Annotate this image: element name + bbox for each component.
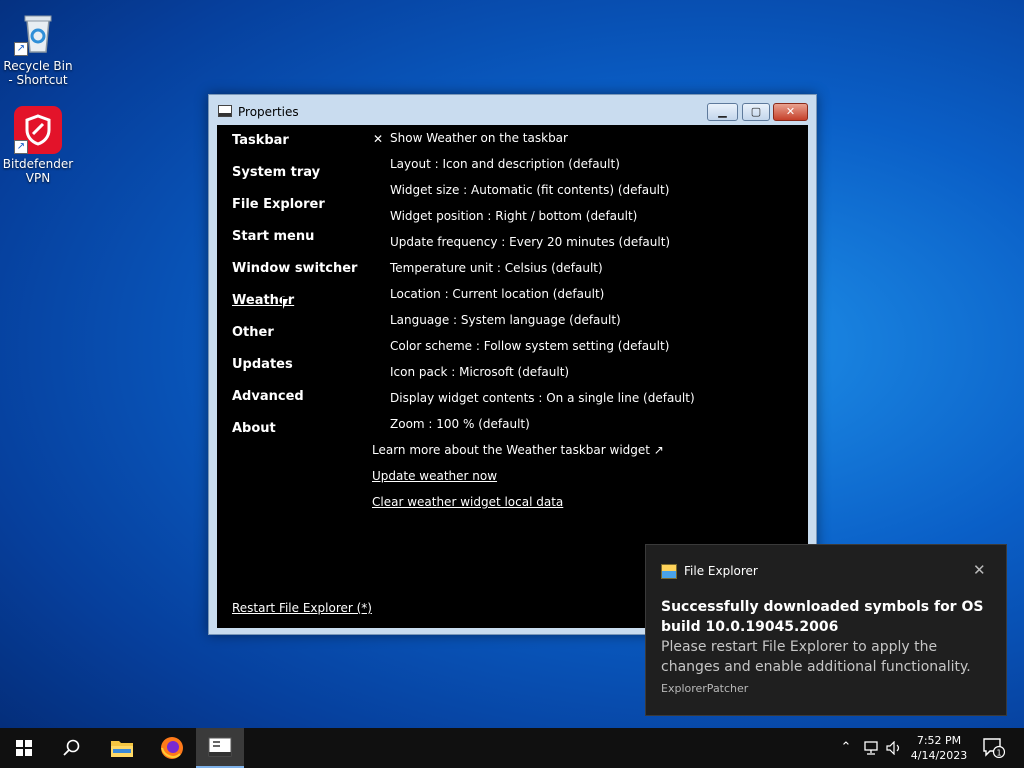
option-update-frequency[interactable]: Update frequency : Every 20 minutes (def… [390, 235, 670, 249]
nav-item-start-menu[interactable]: Start menu [232, 229, 314, 244]
toast-title: Successfully downloaded symbols for OS b… [661, 599, 984, 635]
toast-notification[interactable]: File Explorer ✕ Successfully downloaded … [645, 544, 1007, 716]
nav-item-window-switcher[interactable]: Window switcher [232, 261, 357, 276]
restart-file-explorer-link[interactable]: Restart File Explorer (*) [232, 601, 372, 615]
option-zoom[interactable]: Zoom : 100 % (default) [390, 417, 530, 431]
option-icon-pack[interactable]: Icon pack : Microsoft (default) [390, 365, 569, 379]
search-button[interactable] [48, 728, 96, 768]
nav-item-taskbar[interactable]: Taskbar [232, 133, 289, 148]
clock-date: 4/14/2023 [910, 749, 968, 762]
taskbar-clock[interactable]: 7:52 PM 4/14/2023 [904, 733, 974, 763]
clear-weather-data-link[interactable]: Clear weather widget local data [372, 495, 563, 509]
option-location[interactable]: Location : Current location (default) [390, 287, 604, 301]
toast-attribution: ExplorerPatcher [661, 682, 749, 695]
notification-count: 1 [996, 749, 1001, 758]
recycle-bin-icon: ↗ [14, 8, 62, 56]
toast-close-icon[interactable]: ✕ [973, 561, 986, 579]
folder-icon [111, 741, 133, 757]
action-center-button[interactable]: 1 [978, 728, 1010, 768]
nav-item-about[interactable]: About [232, 421, 276, 436]
volume-button[interactable] [884, 728, 904, 768]
nav-item-updates[interactable]: Updates [232, 357, 293, 372]
option-display-widget-contents[interactable]: Display widget contents : On a single li… [390, 391, 695, 405]
taskbar: ⌃ 7:52 PM 4/14/2023 1 [0, 728, 1024, 768]
option-layout[interactable]: Layout : Icon and description (default) [390, 157, 620, 171]
shortcut-arrow-icon: ↗ [14, 140, 28, 154]
window-title: Properties [238, 105, 299, 119]
desktop-icon-recycle-bin[interactable]: ↗ Recycle Bin - Shortcut [0, 8, 76, 87]
maximize-button[interactable]: ▢ [742, 103, 770, 121]
nav-item-file-explorer[interactable]: File Explorer [232, 197, 325, 212]
toast-app-name: File Explorer [684, 564, 758, 578]
close-button[interactable]: ✕ [773, 103, 808, 121]
minimize-icon: ▁ [718, 105, 727, 118]
firefox-icon [161, 737, 183, 759]
desktop-icon-label: Bitdefender VPN [2, 157, 74, 185]
taskbar-properties-app[interactable] [196, 728, 244, 768]
option-language[interactable]: Language : System language (default) [390, 313, 621, 327]
chevron-up-icon: ⌃ [840, 740, 852, 755]
close-icon: ✕ [785, 105, 796, 118]
speaker-icon [886, 740, 900, 756]
update-weather-now-link[interactable]: Update weather now [372, 469, 497, 483]
nav-item-advanced[interactable]: Advanced [232, 389, 304, 404]
desktop-icon-label: Recycle Bin - Shortcut [3, 59, 73, 87]
taskbar-firefox[interactable] [148, 728, 196, 768]
minimize-button[interactable]: ▁ [707, 103, 738, 121]
bitdefender-vpn-icon: ↗ [14, 106, 62, 154]
clock-time: 7:52 PM [916, 734, 962, 747]
show-weather-checkbox-label[interactable]: Show Weather on the taskbar [390, 131, 568, 145]
properties-app-icon [208, 737, 232, 757]
option-color-scheme[interactable]: Color scheme : Follow system setting (de… [390, 339, 669, 353]
mouse-cursor-fill [283, 299, 293, 309]
network-icon [864, 741, 878, 755]
option-widget-position[interactable]: Widget position : Right / bottom (defaul… [390, 209, 637, 223]
network-button[interactable] [860, 728, 882, 768]
option-temperature-unit[interactable]: Temperature unit : Celsius (default) [390, 261, 603, 275]
show-hidden-icons-button[interactable]: ⌃ [836, 728, 856, 768]
toast-body: Please restart File Explorer to apply th… [661, 639, 971, 675]
notification-icon: 1 [983, 738, 1006, 759]
desktop-icon-bitdefender-vpn[interactable]: ↗ Bitdefender VPN [0, 106, 76, 185]
windows-logo-icon [16, 740, 32, 756]
start-button[interactable] [0, 728, 48, 768]
checkbox-checked-icon[interactable]: ✕ [373, 132, 383, 146]
file-explorer-icon [661, 564, 677, 579]
search-icon [63, 739, 80, 756]
shortcut-arrow-icon: ↗ [14, 42, 28, 56]
learn-more-link[interactable]: Learn more about the Weather taskbar wid… [372, 443, 664, 457]
nav-item-system-tray[interactable]: System tray [232, 165, 320, 180]
option-widget-size[interactable]: Widget size : Automatic (fit contents) (… [390, 183, 669, 197]
window-titlebar[interactable]: Properties ▁ ▢ ✕ [209, 95, 816, 125]
nav-item-other[interactable]: Other [232, 325, 274, 340]
maximize-icon: ▢ [750, 105, 762, 118]
app-window-icon [218, 105, 232, 117]
taskbar-file-explorer[interactable] [98, 728, 146, 768]
